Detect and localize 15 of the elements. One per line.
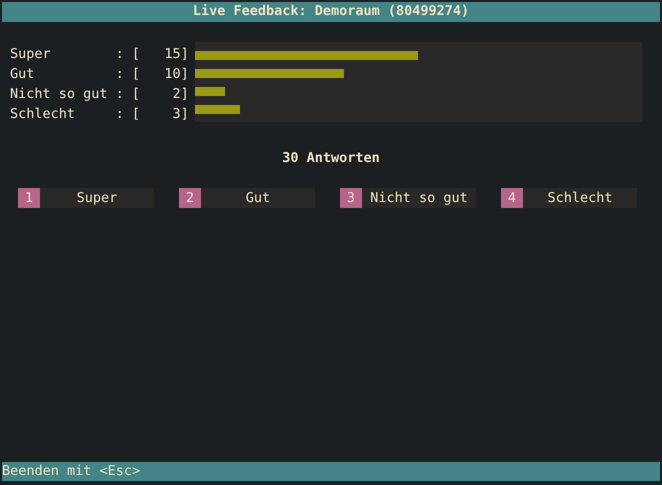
vote-button[interactable]: Super [40,188,154,208]
status-bar: Beenden mit <Esc> [2,462,660,481]
result-label: Super : [ 15] [10,45,189,64]
vote-button[interactable]: Gut [201,188,315,208]
result-label: Gut : [ 10] [10,65,189,84]
key-label: 3 [340,188,362,208]
title-bar: Live Feedback: Demoraum (80499274) [2,2,660,22]
result-label: Schlecht : [ 3] [10,105,189,124]
total-count: 30 Antworten [282,149,380,168]
vote-button[interactable]: Schlecht [523,188,637,208]
vote-button[interactable]: Nicht so gut [362,188,476,208]
key-label: 1 [18,188,40,208]
key-label: 4 [501,188,523,208]
result-label: Nicht so gut : [ 2] [10,85,189,104]
key-label: 2 [179,188,201,208]
